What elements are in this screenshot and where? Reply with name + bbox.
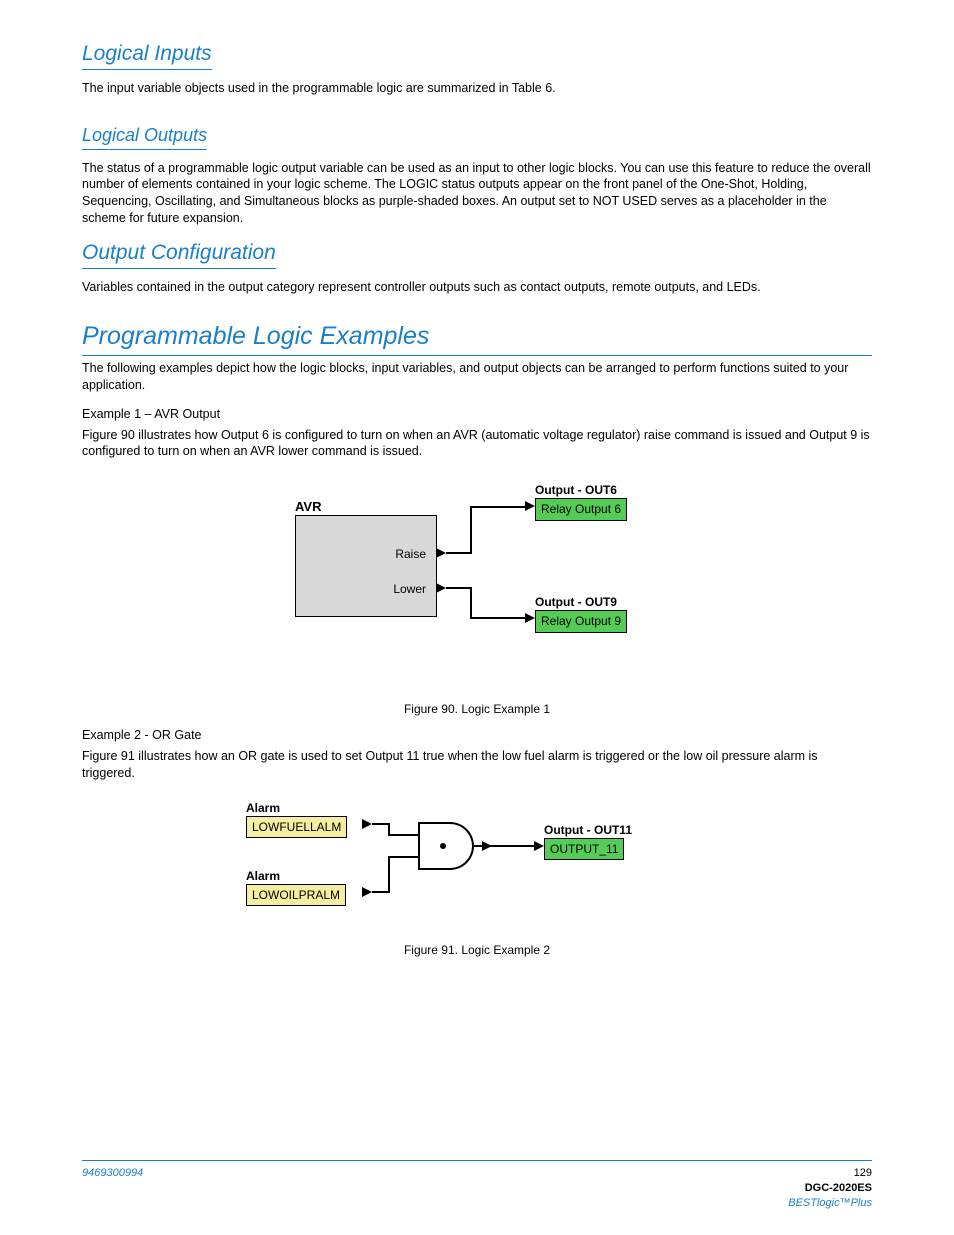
triangle-icon (534, 841, 544, 851)
ex1-title: Example 1 – AVR Output (82, 406, 872, 423)
fig2-diagram: Alarm LOWFUELLALM Alarm LOWOILPRALM Outp… (242, 800, 712, 930)
output6-box: Relay Output 6 (535, 498, 627, 520)
para-logical-inputs: The input variable objects used in the p… (82, 80, 872, 97)
footer-section-name: BESTlogic™Plus (788, 1196, 872, 1211)
wire (470, 617, 526, 619)
output11-box: OUTPUT_11 (544, 838, 624, 860)
avr-port-lower: Lower (356, 581, 426, 597)
triangle-icon (362, 887, 372, 897)
avr-block-label: AVR (295, 498, 321, 516)
wire (446, 587, 472, 589)
output9-label: Output - OUT9 (535, 594, 617, 610)
wire (470, 587, 472, 618)
figure-90-caption: Figure 90. Logic Example 1 (82, 701, 872, 717)
alarm1-label: Alarm (246, 800, 280, 816)
ex2-lead: Figure 91 illustrates how an OR gate is … (82, 748, 872, 782)
footer-doc-number: 9469300994 (82, 1166, 143, 1211)
para-examples-intro: The following examples depict how the lo… (82, 360, 872, 394)
wire (470, 506, 526, 508)
avr-block: Raise Lower (295, 515, 437, 617)
heading-examples: Programmable Logic Examples (82, 320, 872, 356)
footer-page-number: 129 (788, 1166, 872, 1181)
ex2-title: Example 2 - OR Gate (82, 727, 872, 744)
triangle-icon (436, 583, 446, 593)
triangle-icon (525, 613, 535, 623)
para-output-configuration: Variables contained in the output catego… (82, 279, 872, 296)
output9-box: Relay Output 9 (535, 610, 627, 632)
wire (388, 856, 418, 858)
triangle-icon (362, 819, 372, 829)
output6-label: Output - OUT6 (535, 482, 617, 498)
page: Logical Inputs The input variable object… (0, 0, 954, 1235)
heading-logical-outputs: Logical Outputs (82, 123, 207, 149)
alarm1-box: LOWFUELLALM (246, 816, 347, 838)
alarm2-box: LOWOILPRALM (246, 884, 346, 906)
figure-90: AVR Raise Lower Output - OUT6 Relay Outp… (82, 478, 872, 717)
triangle-icon (482, 841, 492, 851)
output11-label: Output - OUT11 (544, 822, 632, 838)
or-gate-icon (418, 822, 474, 870)
triangle-icon (525, 501, 535, 511)
ex1-lead: Figure 90 illustrates how Output 6 is co… (82, 427, 872, 461)
fig1-diagram: AVR Raise Lower Output - OUT6 Relay Outp… (267, 478, 687, 688)
wire (470, 506, 472, 554)
figure-91: Alarm LOWFUELLALM Alarm LOWOILPRALM Outp… (82, 800, 872, 959)
page-footer: 9469300994 129 DGC-2020ES BESTlogic™Plus (82, 1160, 872, 1211)
footer-product-name: DGC-2020ES (788, 1181, 872, 1196)
wire (388, 834, 418, 836)
avr-port-raise: Raise (356, 546, 426, 562)
footer-rule (82, 1160, 872, 1162)
triangle-icon (436, 548, 446, 558)
wire (388, 856, 390, 893)
figure-91-caption: Figure 91. Logic Example 2 (82, 942, 872, 958)
heading-logical-inputs: Logical Inputs (82, 40, 212, 70)
heading-output-configuration: Output Configuration (82, 239, 276, 269)
wire (446, 552, 472, 554)
alarm2-label: Alarm (246, 868, 280, 884)
para-logical-outputs: The status of a programmable logic outpu… (82, 160, 872, 228)
